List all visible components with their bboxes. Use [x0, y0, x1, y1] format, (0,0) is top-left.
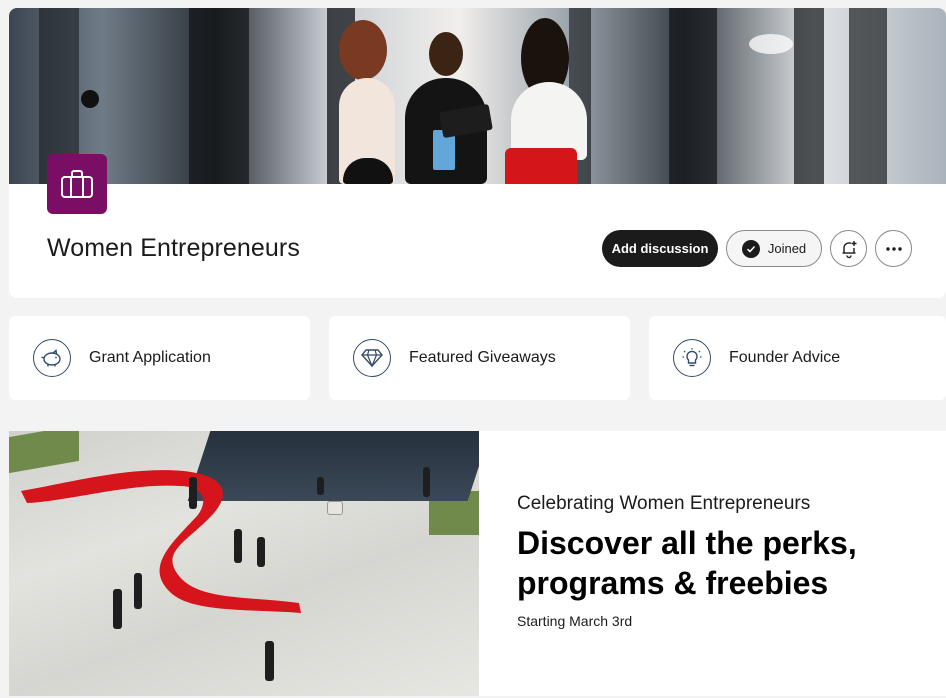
feature-image [9, 431, 479, 696]
more-options-button[interactable] [875, 230, 912, 267]
group-logo [47, 154, 107, 214]
add-discussion-button[interactable]: Add discussion [602, 230, 718, 267]
bell-add-icon [842, 240, 856, 258]
joined-button[interactable]: Joined [726, 230, 822, 267]
feature-text: Celebrating Women Entrepreneurs Discover… [517, 493, 917, 629]
cover-ceiling-light [749, 34, 793, 54]
tile-grant-application[interactable]: Grant Application [9, 316, 310, 400]
diamond-icon [353, 339, 391, 377]
tile-founder-advice[interactable]: Founder Advice [649, 316, 946, 400]
cover-window-frame [669, 8, 717, 184]
cover-photo [9, 8, 946, 184]
notification-button[interactable] [830, 230, 867, 267]
cover-fixture [81, 90, 99, 108]
group-title: Women Entrepreneurs [47, 234, 300, 262]
red-ribbon [21, 470, 301, 613]
cover-person-hair [339, 20, 387, 80]
feature-person [257, 537, 265, 567]
joined-label: Joined [767, 241, 807, 256]
lightbulb-icon [673, 339, 711, 377]
feature-banner[interactable]: Celebrating Women Entrepreneurs Discover… [9, 431, 946, 696]
tile-label: Grant Application [89, 349, 211, 366]
checkmark-icon [741, 239, 760, 258]
feature-person [113, 589, 122, 629]
feature-person [134, 573, 142, 609]
feature-person [189, 477, 197, 509]
cover-window-frame [849, 8, 887, 184]
feature-subtext: Starting March 3rd [517, 613, 633, 629]
cover-person-head [429, 32, 463, 76]
feature-person [265, 641, 274, 681]
tile-label: Founder Advice [729, 349, 841, 366]
feature-person [317, 477, 324, 495]
feature-planter [327, 501, 343, 515]
feature-headline: Discover all the perks, programs & freeb… [517, 525, 857, 601]
feature-person [234, 529, 242, 563]
more-horizontal-icon [885, 246, 902, 251]
briefcase-icon [61, 170, 93, 198]
group-header-card: Women Entrepreneurs Add discussion Joine… [9, 8, 946, 298]
cover-window-frame [794, 8, 824, 184]
piggy-bank-icon [33, 339, 71, 377]
feature-person [423, 467, 430, 497]
cover-window-frame [189, 8, 249, 184]
cover-person-skirt [505, 148, 577, 184]
tile-featured-giveaways[interactable]: Featured Giveaways [329, 316, 630, 400]
tile-label: Featured Giveaways [409, 349, 556, 366]
feature-eyebrow: Celebrating Women Entrepreneurs [517, 493, 811, 514]
